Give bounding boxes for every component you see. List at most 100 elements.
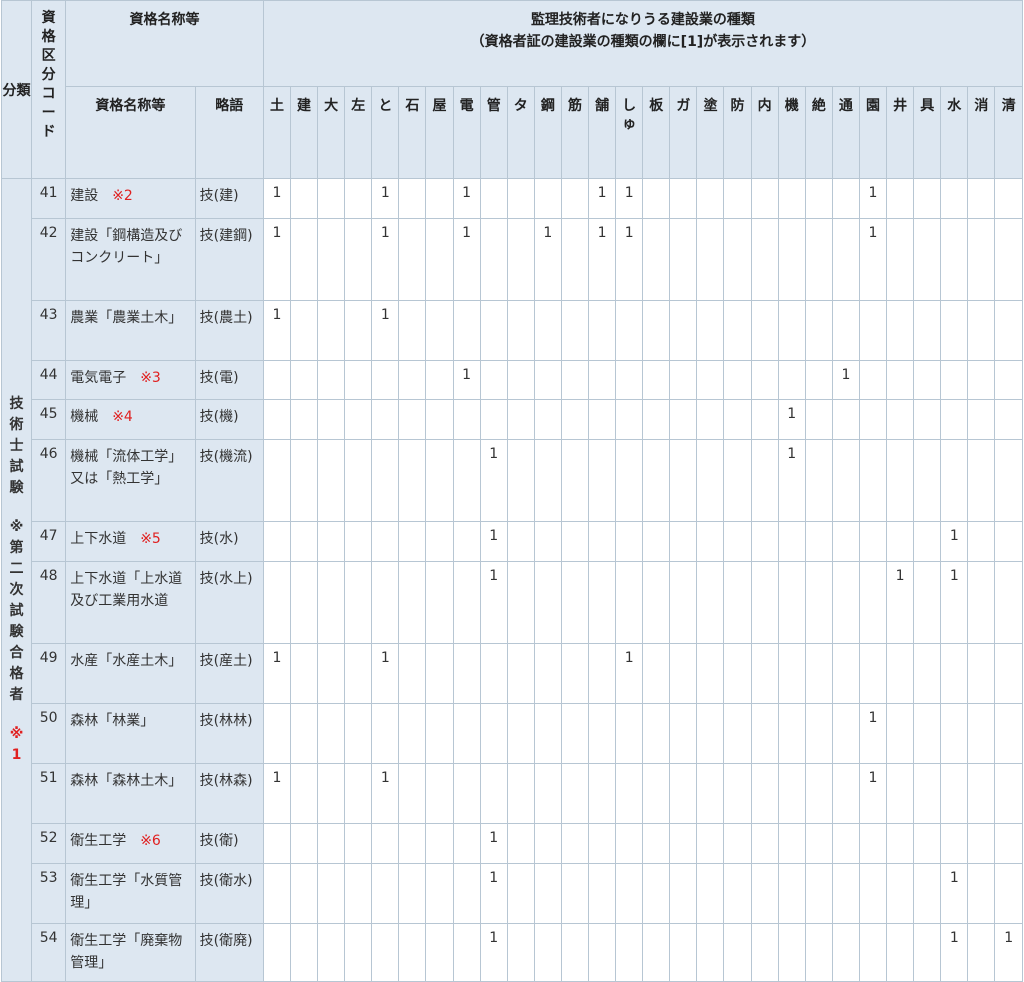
value-cell xyxy=(994,399,1023,440)
value-cell xyxy=(804,360,833,400)
value-cell xyxy=(506,703,535,764)
header-abbr: 略語 xyxy=(194,86,264,179)
value-cell xyxy=(533,300,562,361)
bunrui-char: 次 xyxy=(9,582,24,598)
value-cell xyxy=(479,178,508,219)
value-cell xyxy=(289,923,319,982)
value-cell xyxy=(506,399,535,440)
value-cell xyxy=(669,561,698,644)
value-cell xyxy=(940,643,969,704)
value-cell xyxy=(479,703,508,764)
value-cell xyxy=(452,763,481,824)
bunrui-char: ※ xyxy=(9,519,24,535)
value-cell xyxy=(289,521,319,562)
qual-name-text: 衛生工学 xyxy=(70,833,127,849)
value-cell xyxy=(642,360,671,400)
value-cell xyxy=(913,521,942,562)
value-cell xyxy=(804,561,833,644)
value-cell xyxy=(831,561,860,644)
value-cell xyxy=(669,643,698,704)
value-cell: 1 xyxy=(615,218,644,301)
value-cell xyxy=(425,923,454,982)
kind-header: 石 xyxy=(398,86,427,179)
value-cell xyxy=(669,399,698,440)
value-cell xyxy=(371,439,400,522)
value-cell xyxy=(506,178,535,219)
title-line-1: 監理技術者になりうる建設業の種類 xyxy=(530,12,755,28)
value-cell xyxy=(750,521,779,562)
value-cell xyxy=(588,399,617,440)
value-cell xyxy=(371,863,400,924)
value-cell: 1 xyxy=(588,178,617,219)
value-cell xyxy=(317,823,346,864)
value-cell xyxy=(289,763,319,824)
value-cell xyxy=(940,218,969,301)
value-cell xyxy=(262,703,291,764)
value-cell xyxy=(588,923,617,982)
bunrui-char: 士 xyxy=(9,438,24,454)
row-abbr: 技(機流) xyxy=(194,439,264,522)
value-cell xyxy=(615,823,644,864)
row-code: 54 xyxy=(31,923,67,982)
value-cell xyxy=(804,863,833,924)
kind-header: 大 xyxy=(317,86,346,179)
value-cell xyxy=(560,218,590,301)
value-cell: 1 xyxy=(479,863,508,924)
value-cell xyxy=(533,439,562,522)
value-cell xyxy=(615,923,644,982)
table-row: 47 上下水道 ※5 技(水) 1 1 xyxy=(2,521,1023,562)
value-cell xyxy=(425,703,454,764)
value-cell xyxy=(289,561,319,644)
value-cell xyxy=(831,218,860,301)
value-cell xyxy=(398,300,427,361)
value-cell: 1 xyxy=(262,643,291,704)
value-cell xyxy=(398,923,427,982)
table-row: 48 上下水道「上水道及び工業用水道 技(水上) 1 1 1 xyxy=(2,561,1023,644)
row-code: 46 xyxy=(31,439,67,522)
value-cell: 1 xyxy=(858,703,888,764)
value-cell xyxy=(723,561,752,644)
table-row: 52 衛生工学 ※6 技(衛) 1 xyxy=(2,823,1023,864)
row-qual-name: 水産「水産土木」 xyxy=(65,643,196,704)
value-cell xyxy=(804,178,833,219)
value-cell xyxy=(994,218,1023,301)
value-cell xyxy=(615,863,644,924)
value-cell xyxy=(669,218,698,301)
value-cell xyxy=(723,218,752,301)
value-cell xyxy=(750,300,779,361)
row-code: 49 xyxy=(31,643,67,704)
value-cell xyxy=(696,178,725,219)
value-cell xyxy=(886,823,915,864)
title-line-2: （資格者証の建設業の種類の欄に[1]が表示されます） xyxy=(470,34,816,50)
value-cell xyxy=(425,521,454,562)
value-cell xyxy=(750,439,779,522)
value-cell xyxy=(317,561,346,644)
value-cell xyxy=(831,300,860,361)
value-cell xyxy=(831,178,860,219)
value-cell xyxy=(967,763,996,824)
value-cell xyxy=(804,218,833,301)
value-cell xyxy=(777,178,806,219)
value-cell xyxy=(344,823,373,864)
value-cell xyxy=(696,923,725,982)
value-cell xyxy=(994,178,1023,219)
qual-name-text: 建設「鋼構造及びコンクリート」 xyxy=(70,228,183,266)
value-cell: 1 xyxy=(615,178,644,219)
value-cell xyxy=(804,923,833,982)
row-qual-name: 上下水道 ※5 xyxy=(65,521,196,562)
value-cell xyxy=(858,923,888,982)
value-cell xyxy=(642,300,671,361)
value-cell xyxy=(371,923,400,982)
value-cell xyxy=(777,763,806,824)
value-cell xyxy=(723,703,752,764)
bunrui-char: 合 xyxy=(9,645,24,661)
kind-header: 清 xyxy=(994,86,1023,179)
value-cell: 1 xyxy=(858,218,888,301)
value-cell xyxy=(886,863,915,924)
value-cell xyxy=(533,399,562,440)
value-cell xyxy=(289,823,319,864)
value-cell xyxy=(831,643,860,704)
value-cell xyxy=(425,218,454,301)
value-cell xyxy=(723,439,752,522)
header-code-char: 格 xyxy=(41,29,56,45)
